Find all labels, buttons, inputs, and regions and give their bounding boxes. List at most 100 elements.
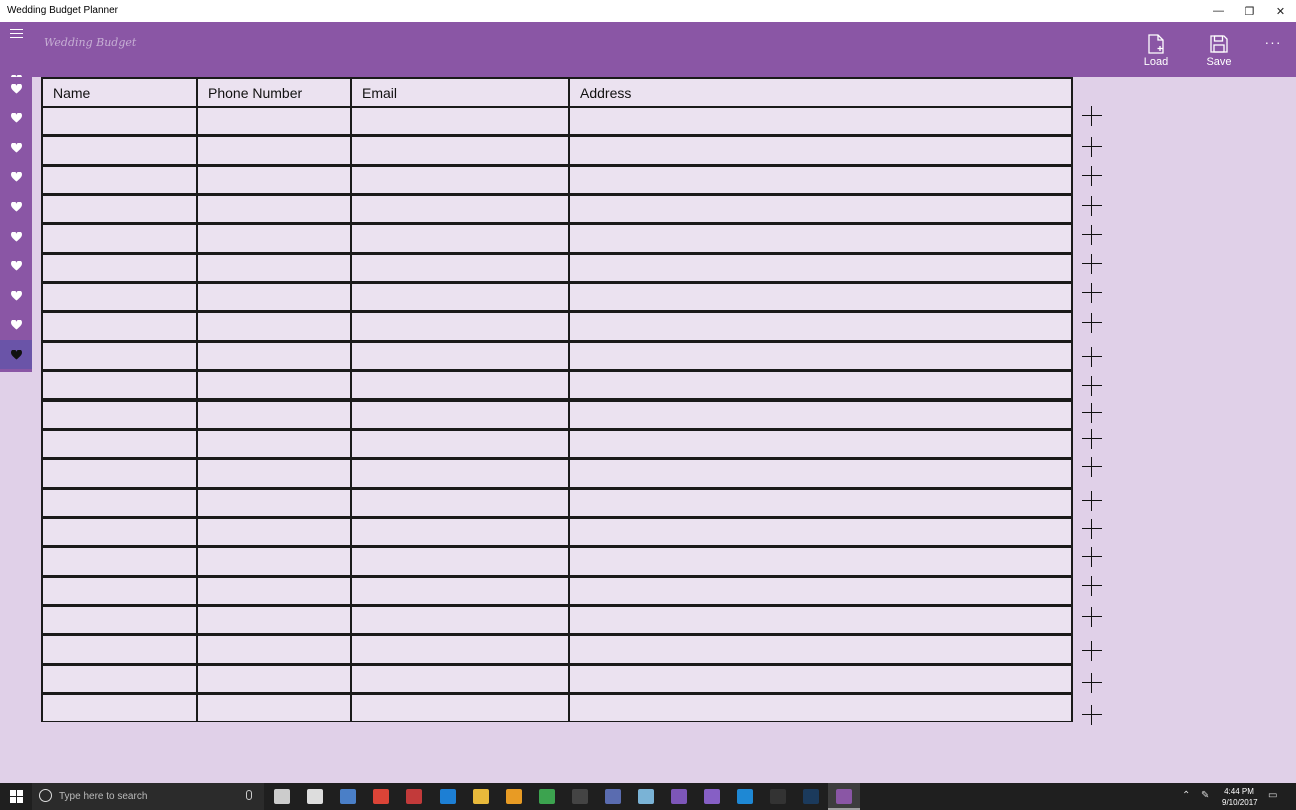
table-cell-input[interactable] [570, 548, 1071, 575]
nav-item-6[interactable] [0, 222, 32, 251]
add-row-plus-icon[interactable] [1082, 429, 1102, 449]
table-cell-input[interactable] [570, 665, 1071, 692]
table-cell-input[interactable] [43, 254, 196, 282]
table-cell-input[interactable] [352, 460, 568, 487]
table-cell-input[interactable] [43, 372, 196, 399]
chrome-icon[interactable] [373, 789, 389, 804]
nav-item-1[interactable] [0, 74, 32, 103]
start-button[interactable] [0, 783, 32, 810]
table-cell-input[interactable] [198, 695, 350, 722]
taskbar-search-box[interactable]: Type here to search [32, 783, 264, 810]
table-cell-input[interactable] [43, 460, 196, 487]
table-cell-input[interactable] [198, 518, 350, 546]
table-cell-input[interactable] [570, 313, 1071, 340]
vscode-icon[interactable] [737, 789, 753, 804]
add-row-plus-icon[interactable] [1082, 705, 1102, 725]
add-row-plus-icon[interactable] [1082, 225, 1102, 245]
table-cell-input[interactable] [570, 460, 1071, 487]
add-row-plus-icon[interactable] [1082, 376, 1102, 396]
table-cell-input[interactable] [198, 460, 350, 487]
visual-studio-icon[interactable] [704, 789, 720, 804]
close-button[interactable]: ✕ [1265, 0, 1296, 22]
table-cell-input[interactable] [352, 284, 568, 311]
table-cell-input[interactable] [570, 166, 1071, 194]
table-cell-input[interactable] [352, 577, 568, 604]
add-row-plus-icon[interactable] [1082, 673, 1102, 693]
table-cell-input[interactable] [43, 548, 196, 575]
minimize-button[interactable]: — [1203, 0, 1234, 22]
mail-app-icon[interactable] [340, 789, 356, 804]
table-cell-input[interactable] [570, 137, 1071, 164]
edge-icon[interactable] [440, 789, 456, 804]
load-button[interactable]: Load [1131, 32, 1181, 72]
table-cell-input[interactable] [198, 636, 350, 663]
add-row-plus-icon[interactable] [1082, 196, 1102, 216]
visual-studio-purple-icon[interactable] [671, 789, 687, 804]
steam-icon[interactable] [803, 789, 819, 804]
table-cell-input[interactable] [198, 284, 350, 311]
table-cell-input[interactable] [43, 695, 196, 722]
nav-item-9[interactable] [0, 311, 32, 340]
restore-button[interactable]: ❐ [1234, 0, 1265, 22]
ide-app-icon[interactable] [406, 789, 422, 804]
console-app-icon[interactable] [770, 789, 786, 804]
table-cell-input[interactable] [198, 665, 350, 692]
taskbar-clock[interactable]: 4:44 PM 9/10/2017 [1222, 786, 1258, 808]
wedding-app-icon[interactable] [836, 789, 852, 804]
table-cell-input[interactable] [352, 342, 568, 370]
table-cell-input[interactable] [198, 606, 350, 634]
add-row-plus-icon[interactable] [1082, 607, 1102, 627]
table-cell-input[interactable] [352, 430, 568, 458]
nav-item-10[interactable] [0, 340, 32, 370]
add-row-plus-icon[interactable] [1082, 547, 1102, 567]
table-cell-input[interactable] [352, 137, 568, 164]
add-row-plus-icon[interactable] [1082, 137, 1102, 157]
table-cell-input[interactable] [198, 254, 350, 282]
table-cell-input[interactable] [43, 137, 196, 164]
table-cell-input[interactable] [570, 636, 1071, 663]
table-cell-input[interactable] [352, 548, 568, 575]
table-cell-input[interactable] [43, 225, 196, 252]
table-cell-input[interactable] [352, 108, 568, 135]
table-cell-input[interactable] [352, 518, 568, 546]
add-row-plus-icon[interactable] [1082, 457, 1102, 477]
table-cell-input[interactable] [198, 137, 350, 164]
table-cell-input[interactable] [43, 108, 196, 135]
table-cell-input[interactable] [570, 430, 1071, 458]
table-cell-input[interactable] [352, 695, 568, 722]
table-cell-input[interactable] [570, 577, 1071, 604]
show-hidden-icons-chevron-icon[interactable]: ⌃ [1182, 790, 1190, 801]
table-cell-input[interactable] [198, 342, 350, 370]
add-row-plus-icon[interactable] [1082, 254, 1102, 274]
add-row-plus-icon[interactable] [1082, 347, 1102, 367]
table-cell-input[interactable] [198, 577, 350, 604]
nav-item-8[interactable] [0, 281, 32, 310]
table-cell-input[interactable] [43, 489, 196, 516]
table-cell-input[interactable] [43, 284, 196, 311]
table-cell-input[interactable] [43, 313, 196, 340]
nav-item-4[interactable] [0, 163, 32, 192]
table-cell-input[interactable] [570, 108, 1071, 135]
star-app-icon[interactable] [506, 789, 522, 804]
nav-item-3[interactable] [0, 133, 32, 162]
table-cell-input[interactable] [43, 636, 196, 663]
add-row-plus-icon[interactable] [1082, 106, 1102, 126]
action-center-icon[interactable]: ▭ [1268, 790, 1277, 801]
table-cell-input[interactable] [352, 401, 568, 428]
table-cell-input[interactable] [43, 166, 196, 194]
table-cell-input[interactable] [352, 489, 568, 516]
table-cell-input[interactable] [570, 489, 1071, 516]
network-app-icon[interactable] [638, 789, 654, 804]
table-cell-input[interactable] [43, 342, 196, 370]
table-cell-input[interactable] [198, 108, 350, 135]
table-cell-input[interactable] [43, 196, 196, 223]
add-row-plus-icon[interactable] [1082, 283, 1102, 303]
terminal-icon[interactable] [572, 789, 588, 804]
table-cell-input[interactable] [352, 313, 568, 340]
table-cell-input[interactable] [43, 401, 196, 428]
table-cell-input[interactable] [570, 401, 1071, 428]
file-explorer-icon[interactable] [473, 789, 489, 804]
nav-item-5[interactable] [0, 192, 32, 221]
table-cell-input[interactable] [570, 284, 1071, 311]
android-studio-icon[interactable] [539, 789, 555, 804]
